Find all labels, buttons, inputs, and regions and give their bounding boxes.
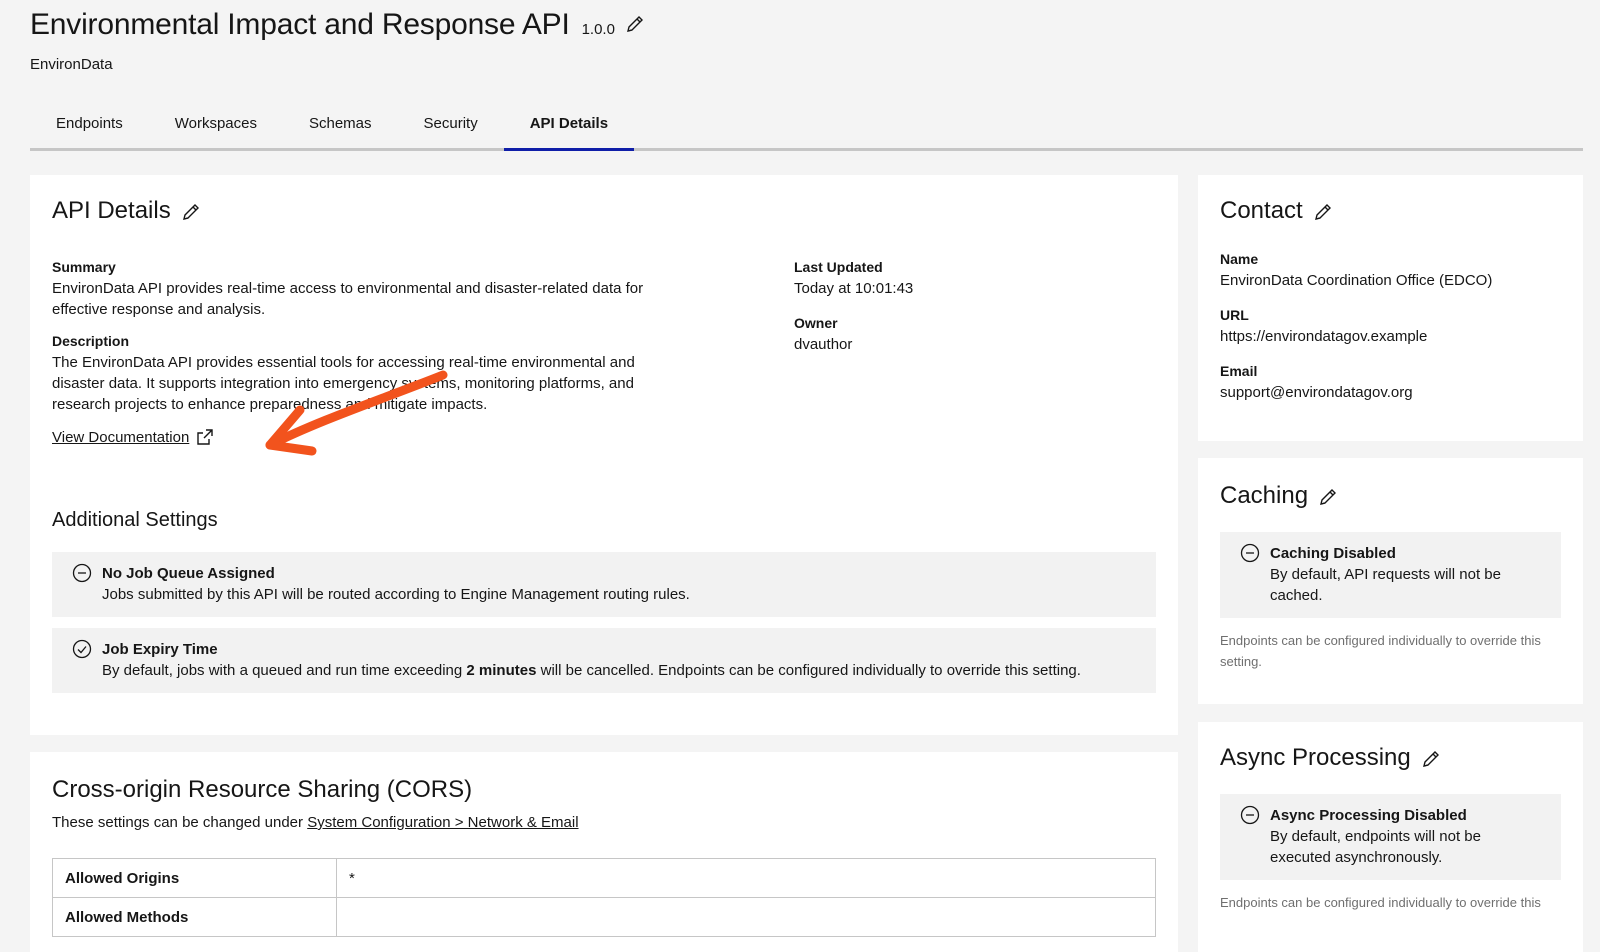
minus-circle-icon: [1240, 805, 1260, 825]
check-circle-icon: [72, 639, 92, 659]
summary-label: Summary: [52, 259, 116, 275]
cors-table: Allowed Origins * Allowed Methods: [52, 858, 1156, 937]
async-status: Async Processing Disabled By default, en…: [1220, 794, 1561, 880]
job-queue-desc: Jobs submitted by this API will be route…: [102, 586, 690, 603]
async-card: Async Processing Async Processing Disabl…: [1198, 722, 1583, 952]
pencil-icon[interactable]: [1313, 201, 1333, 221]
async-status-desc: By default, endpoints will not be execut…: [1270, 828, 1481, 866]
view-documentation-link[interactable]: View Documentation: [52, 429, 189, 446]
contact-name-value: EnvironData Coordination Office (EDCO): [1220, 272, 1493, 289]
contact-url-label: URL: [1220, 307, 1249, 323]
allowed-origins-label: Allowed Origins: [52, 858, 337, 898]
minus-circle-icon: [72, 563, 92, 583]
cors-card: Cross-origin Resource Sharing (CORS) The…: [30, 752, 1178, 952]
allowed-methods-value: [336, 897, 1156, 937]
contact-title: Contact: [1220, 197, 1303, 224]
cors-heading: Cross-origin Resource Sharing (CORS): [52, 776, 473, 803]
tab-api-details[interactable]: API Details: [503, 100, 635, 151]
async-status-title: Async Processing Disabled: [1270, 807, 1467, 824]
caching-heading: Caching: [1220, 482, 1561, 510]
job-queue-setting: No Job Queue Assigned Jobs submitted by …: [52, 552, 1156, 617]
tab-schemas[interactable]: Schemas: [283, 100, 398, 148]
last-updated-value: Today at 10:01:43: [794, 280, 914, 297]
tab-endpoints[interactable]: Endpoints: [30, 100, 149, 148]
job-expiry-title: Job Expiry Time: [102, 641, 218, 658]
caching-card: Caching Caching Disabled By default, API…: [1198, 458, 1583, 704]
async-title: Async Processing: [1220, 744, 1411, 771]
additional-settings-heading: Additional Settings: [52, 509, 218, 531]
table-row: Allowed Origins *: [52, 858, 1156, 898]
tab-security[interactable]: Security: [398, 100, 504, 148]
pencil-icon[interactable]: [181, 201, 201, 221]
pencil-icon[interactable]: [1421, 748, 1441, 768]
version-label: 1.0.0: [581, 21, 615, 38]
page-header: Environmental Impact and Response API 1.…: [30, 8, 645, 73]
owner-label: Owner: [794, 315, 838, 331]
allowed-origins-value: *: [336, 858, 1156, 898]
allowed-methods-label: Allowed Methods: [52, 897, 337, 937]
caching-status-title: Caching Disabled: [1270, 545, 1396, 562]
caching-title: Caching: [1220, 482, 1309, 509]
caching-status-desc: By default, API requests will not be cac…: [1270, 566, 1501, 604]
external-link-icon[interactable]: [195, 427, 215, 447]
contact-email-label: Email: [1220, 363, 1258, 379]
tab-workspaces[interactable]: Workspaces: [149, 100, 283, 148]
contact-name-label: Name: [1220, 251, 1259, 267]
contact-url-value: https://environdatagov.example: [1220, 328, 1428, 345]
table-row: Allowed Methods: [52, 897, 1156, 937]
async-note: Endpoints can be configured individually…: [1220, 895, 1541, 910]
job-expiry-desc: By default, jobs with a queued and run t…: [102, 662, 1081, 679]
caching-status: Caching Disabled By default, API request…: [1220, 532, 1561, 618]
contact-heading: Contact: [1220, 197, 1561, 225]
async-heading: Async Processing: [1220, 744, 1561, 772]
api-details-heading: API Details: [52, 197, 1156, 225]
description-label: Description: [52, 333, 130, 349]
job-queue-title: No Job Queue Assigned: [102, 565, 275, 582]
contact-card: Contact Name EnvironData Coordination Of…: [1198, 175, 1583, 441]
cors-note: These settings can be changed under Syst…: [52, 814, 579, 831]
annotation-arrow: [265, 370, 448, 456]
page-title: Environmental Impact and Response API: [30, 8, 570, 41]
pencil-icon[interactable]: [1318, 486, 1338, 506]
contact-email-value: support@environdatagov.org: [1220, 384, 1413, 401]
caching-note: Endpoints can be configured individually…: [1220, 633, 1541, 669]
last-updated-label: Last Updated: [794, 259, 883, 275]
system-configuration-link[interactable]: System Configuration > Network & Email: [307, 814, 578, 831]
summary-text: EnvironData API provides real-time acces…: [52, 280, 644, 318]
api-details-card: API Details Summary EnvironData API prov…: [30, 175, 1178, 735]
owner-value: dvauthor: [794, 336, 853, 353]
org-name: EnvironData: [30, 56, 113, 73]
pencil-icon[interactable]: [625, 14, 645, 34]
job-expiry-setting: Job Expiry Time By default, jobs with a …: [52, 628, 1156, 693]
minus-circle-icon: [1240, 543, 1260, 563]
tab-bar: Endpoints Workspaces Schemas Security AP…: [30, 100, 1583, 151]
api-details-title: API Details: [52, 197, 171, 224]
